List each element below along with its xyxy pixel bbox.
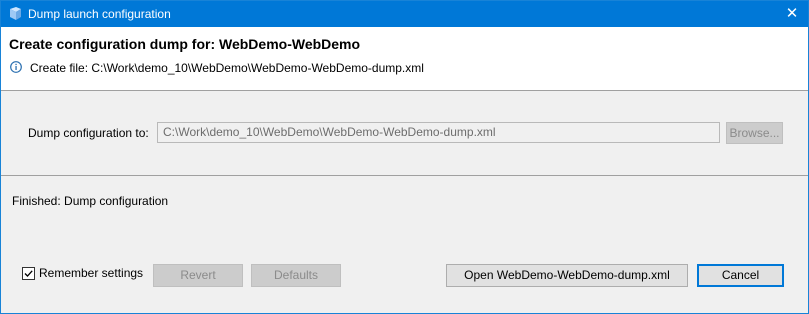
defaults-button[interactable]: Defaults [251, 264, 341, 287]
revert-button[interactable]: Revert [153, 264, 243, 287]
dialog-header: Create configuration dump for: WebDemo-W… [1, 27, 808, 91]
dump-path-field[interactable]: C:\Work\demo_10\WebDemo\WebDemo-WebDemo-… [157, 122, 720, 143]
info-message: Create file: C:\Work\demo_10\WebDemo\Web… [30, 61, 424, 75]
separator [1, 175, 808, 176]
window-title: Dump launch configuration [28, 7, 171, 21]
checkmark-icon [24, 270, 33, 277]
cancel-button[interactable]: Cancel [697, 264, 784, 287]
open-dump-button[interactable]: Open WebDemo-WebDemo-dump.xml [446, 264, 688, 287]
title-bar[interactable]: Dump launch configuration ✕ [1, 1, 808, 27]
close-icon[interactable]: ✕ [776, 1, 808, 27]
dump-label: Dump configuration to: [28, 126, 149, 140]
browse-button[interactable]: Browse... [726, 122, 783, 144]
info-icon [10, 61, 22, 73]
dialog-window: Dump launch configuration ✕ Create confi… [0, 0, 809, 314]
status-text: Finished: Dump configuration [12, 194, 169, 208]
checkbox-box[interactable] [22, 267, 35, 280]
header-title: Create configuration dump for: WebDemo-W… [9, 36, 361, 52]
app-icon [10, 7, 21, 20]
remember-settings-label: Remember settings [39, 266, 144, 280]
